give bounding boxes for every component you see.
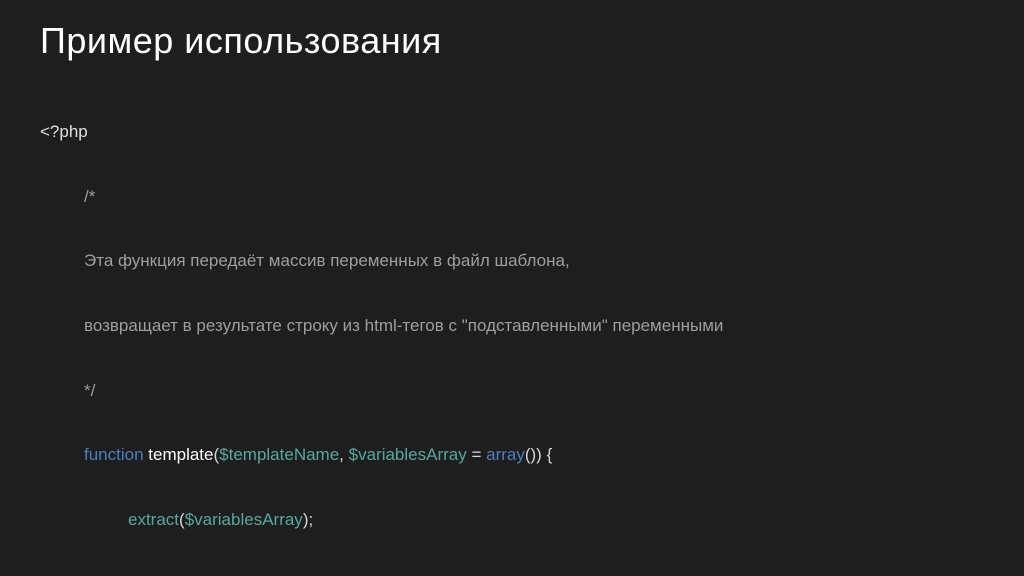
comment-line-1: Эта функция передаёт массив переменных в… [40,245,984,277]
line-extract: extract($variablesArray); [40,504,984,536]
keyword-array: array [486,445,525,464]
slide-title: Пример использования [40,20,984,62]
arg-templatename: $templateName [219,445,339,464]
line-obstart: ob_start(); [40,568,984,576]
comment-end: */ [40,375,984,407]
comment-start: /* [40,181,984,213]
comment-line-2: возвращает в результате строку из html-т… [40,310,984,342]
function-name: template [144,445,214,464]
brace-open: { [547,445,553,464]
comma: , [339,445,348,464]
paren-close: ) [536,445,546,464]
call-extract: extract [128,510,179,529]
array-parens: () [525,445,536,464]
arg-variablesarray: $variablesArray [349,445,467,464]
code-block: <?php /* Эта функция передаёт массив пер… [40,84,984,576]
php-open-tag: <?php [40,116,984,148]
paren-close-semi: ); [303,510,313,529]
var-variablesarray: $variablesArray [185,510,303,529]
slide: Пример использования <?php /* Эта функци… [0,0,1024,576]
keyword-function: function [84,445,144,464]
function-signature: function template($templateName, $variab… [40,439,984,471]
assign-eq: = [467,445,486,464]
